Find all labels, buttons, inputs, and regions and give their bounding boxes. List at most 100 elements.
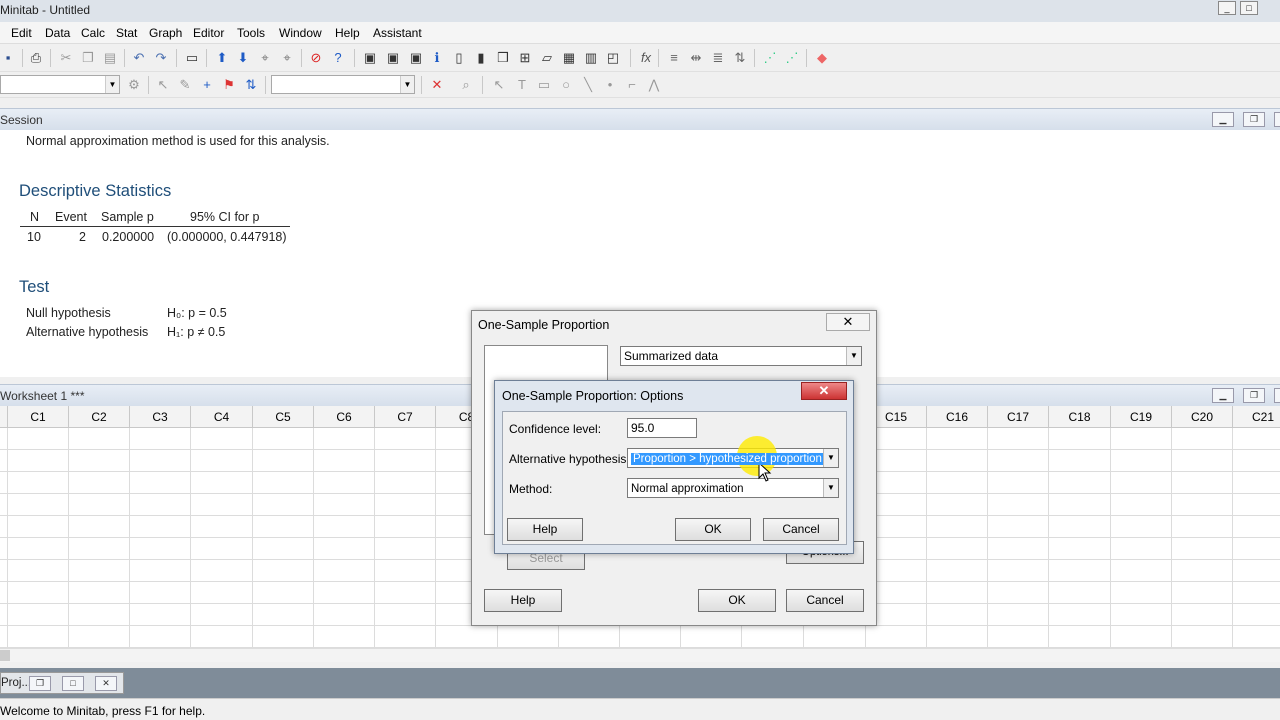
minimize-icon[interactable]: _ [1218, 1, 1236, 15]
maximize-icon[interactable]: □ [62, 676, 84, 691]
column-header[interactable]: C17 [988, 406, 1049, 428]
related-docs-icon[interactable]: ❒ [495, 50, 511, 66]
column-header[interactable]: C19 [1111, 406, 1172, 428]
save-icon[interactable]: ▪ [0, 50, 16, 66]
alternative-select[interactable]: Proportion > hypothesized proportion ▼ [627, 448, 839, 468]
minimize-icon[interactable]: ▁ [1212, 112, 1234, 127]
worksheets-icon[interactable]: ▣ [385, 50, 401, 66]
menu-help[interactable]: Help [335, 26, 360, 40]
menu-stat[interactable]: Stat [116, 26, 137, 40]
column-header[interactable]: C16 [927, 406, 988, 428]
help-icon[interactable]: ? [330, 50, 346, 66]
delete-icon[interactable]: ✕ [429, 77, 445, 93]
close-icon[interactable]: ✕ [95, 676, 117, 691]
column-header[interactable]: C4 [191, 406, 253, 428]
formula-icon[interactable]: fx [638, 50, 654, 66]
close-icon[interactable]: ✕ [826, 313, 870, 331]
marker-tool-icon[interactable]: • [602, 77, 618, 93]
project-manager-minimized[interactable]: Proj... ❐ □ ✕ [0, 672, 124, 694]
menu-graph[interactable]: Graph [149, 26, 182, 40]
menu-edit[interactable]: Edit [11, 26, 32, 40]
brush-mode-icon[interactable]: ⚙ [126, 77, 142, 93]
copy-icon[interactable]: ❐ [80, 50, 96, 66]
restore-icon[interactable]: ❐ [29, 676, 51, 691]
pointer-icon[interactable]: ↖ [491, 77, 507, 93]
options-cancel-button[interactable]: Cancel [763, 518, 839, 541]
arrow-down-icon[interactable]: ⬇ [235, 50, 251, 66]
graphs-icon[interactable]: ▣ [408, 50, 424, 66]
close-icon[interactable] [1274, 388, 1280, 403]
column-header[interactable]: C7 [375, 406, 436, 428]
session-icon[interactable]: ▣ [362, 50, 378, 66]
split-icon[interactable]: ⇅ [732, 50, 748, 66]
paste-icon[interactable]: ▤ [102, 50, 118, 66]
menu-assistant[interactable]: Assistant [373, 26, 422, 40]
cancel-button[interactable]: Cancel [786, 589, 864, 612]
help-button[interactable]: Help [484, 589, 562, 612]
column-header[interactable]: C21 [1233, 406, 1280, 428]
report-icon[interactable]: ▮ [473, 50, 489, 66]
layout-icon[interactable]: ⊞ [517, 50, 533, 66]
method-select[interactable]: Normal approximation ▼ [627, 478, 839, 498]
column-header[interactable]: C6 [314, 406, 375, 428]
menu-calc[interactable]: Calc [81, 26, 105, 40]
align-icon[interactable]: ≡ [666, 50, 682, 66]
confidence-input[interactable]: 95.0 [627, 418, 697, 438]
column-header[interactable]: C18 [1049, 406, 1111, 428]
column-header[interactable]: C1 [8, 406, 69, 428]
minimize-icon[interactable]: ▁ [1212, 388, 1234, 403]
column-header[interactable]: C3 [130, 406, 191, 428]
arrow-up-icon[interactable]: ⬆ [214, 50, 230, 66]
find-next-icon[interactable]: ⌖ [279, 50, 295, 66]
line-tool-icon[interactable]: ╲ [580, 77, 596, 93]
rect-tool-icon[interactable]: ▭ [536, 77, 552, 93]
cut-icon[interactable]: ✂ [58, 50, 74, 66]
scatter-icon[interactable]: ⋰ [762, 50, 778, 66]
window-icon[interactable]: ▭ [184, 50, 200, 66]
column-header[interactable]: C20 [1172, 406, 1233, 428]
eraser-icon[interactable]: ◆ [814, 50, 830, 66]
data-type-select[interactable]: Summarized data ▼ [620, 346, 862, 366]
cancel-icon[interactable]: ⊘ [308, 50, 324, 66]
menu-window[interactable]: Window [279, 26, 322, 40]
restore-icon[interactable]: ❐ [1243, 112, 1265, 127]
crosshair-icon[interactable]: + [199, 77, 215, 93]
update-icon[interactable]: ◰ [605, 50, 621, 66]
pen-icon[interactable]: ✎ [177, 77, 193, 93]
find-icon[interactable]: ⌖ [257, 50, 273, 66]
close-icon[interactable]: ✕ [801, 382, 847, 400]
table-icon[interactable]: ▦ [561, 50, 577, 66]
graph-combo[interactable]: ▼ [0, 75, 120, 94]
menu-editor[interactable]: Editor [193, 26, 224, 40]
print-icon[interactable]: ⎙ [28, 50, 44, 66]
maximize-icon[interactable]: □ [1240, 1, 1258, 15]
column-header[interactable]: C2 [69, 406, 130, 428]
text-tool-icon[interactable]: T [514, 77, 530, 93]
distribute-icon[interactable]: ⇹ [688, 50, 704, 66]
close-icon[interactable] [1274, 112, 1280, 127]
redo-icon[interactable]: ↷ [153, 50, 169, 66]
horizontal-scrollbar[interactable] [0, 648, 1280, 662]
edit-icon[interactable]: ▱ [539, 50, 555, 66]
scroll-left-icon[interactable] [0, 650, 10, 661]
swap-icon[interactable]: ⇅ [243, 77, 259, 93]
history-icon[interactable]: ▯ [451, 50, 467, 66]
options-help-button[interactable]: Help [507, 518, 583, 541]
zoom-icon[interactable]: ⌕ [458, 77, 474, 93]
undo-icon[interactable]: ↶ [131, 50, 147, 66]
info-icon[interactable]: ℹ [429, 50, 445, 66]
ellipse-tool-icon[interactable]: ○ [558, 77, 574, 93]
polygon-tool-icon[interactable]: ⋀ [646, 77, 662, 93]
select-pointer-icon[interactable]: ↖ [155, 77, 171, 93]
columns-icon[interactable]: ▥ [583, 50, 599, 66]
flag-icon[interactable]: ⚑ [221, 77, 237, 93]
restore-icon[interactable]: ❐ [1243, 388, 1265, 403]
polyline-tool-icon[interactable]: ⌐ [624, 77, 640, 93]
column-header[interactable]: C5 [253, 406, 314, 428]
brush-icon[interactable]: ⋰ [784, 50, 800, 66]
font-combo[interactable]: ▼ [271, 75, 415, 94]
menu-tools[interactable]: Tools [237, 26, 265, 40]
menu-data[interactable]: Data [45, 26, 70, 40]
ok-button[interactable]: OK [698, 589, 776, 612]
options-ok-button[interactable]: OK [675, 518, 751, 541]
